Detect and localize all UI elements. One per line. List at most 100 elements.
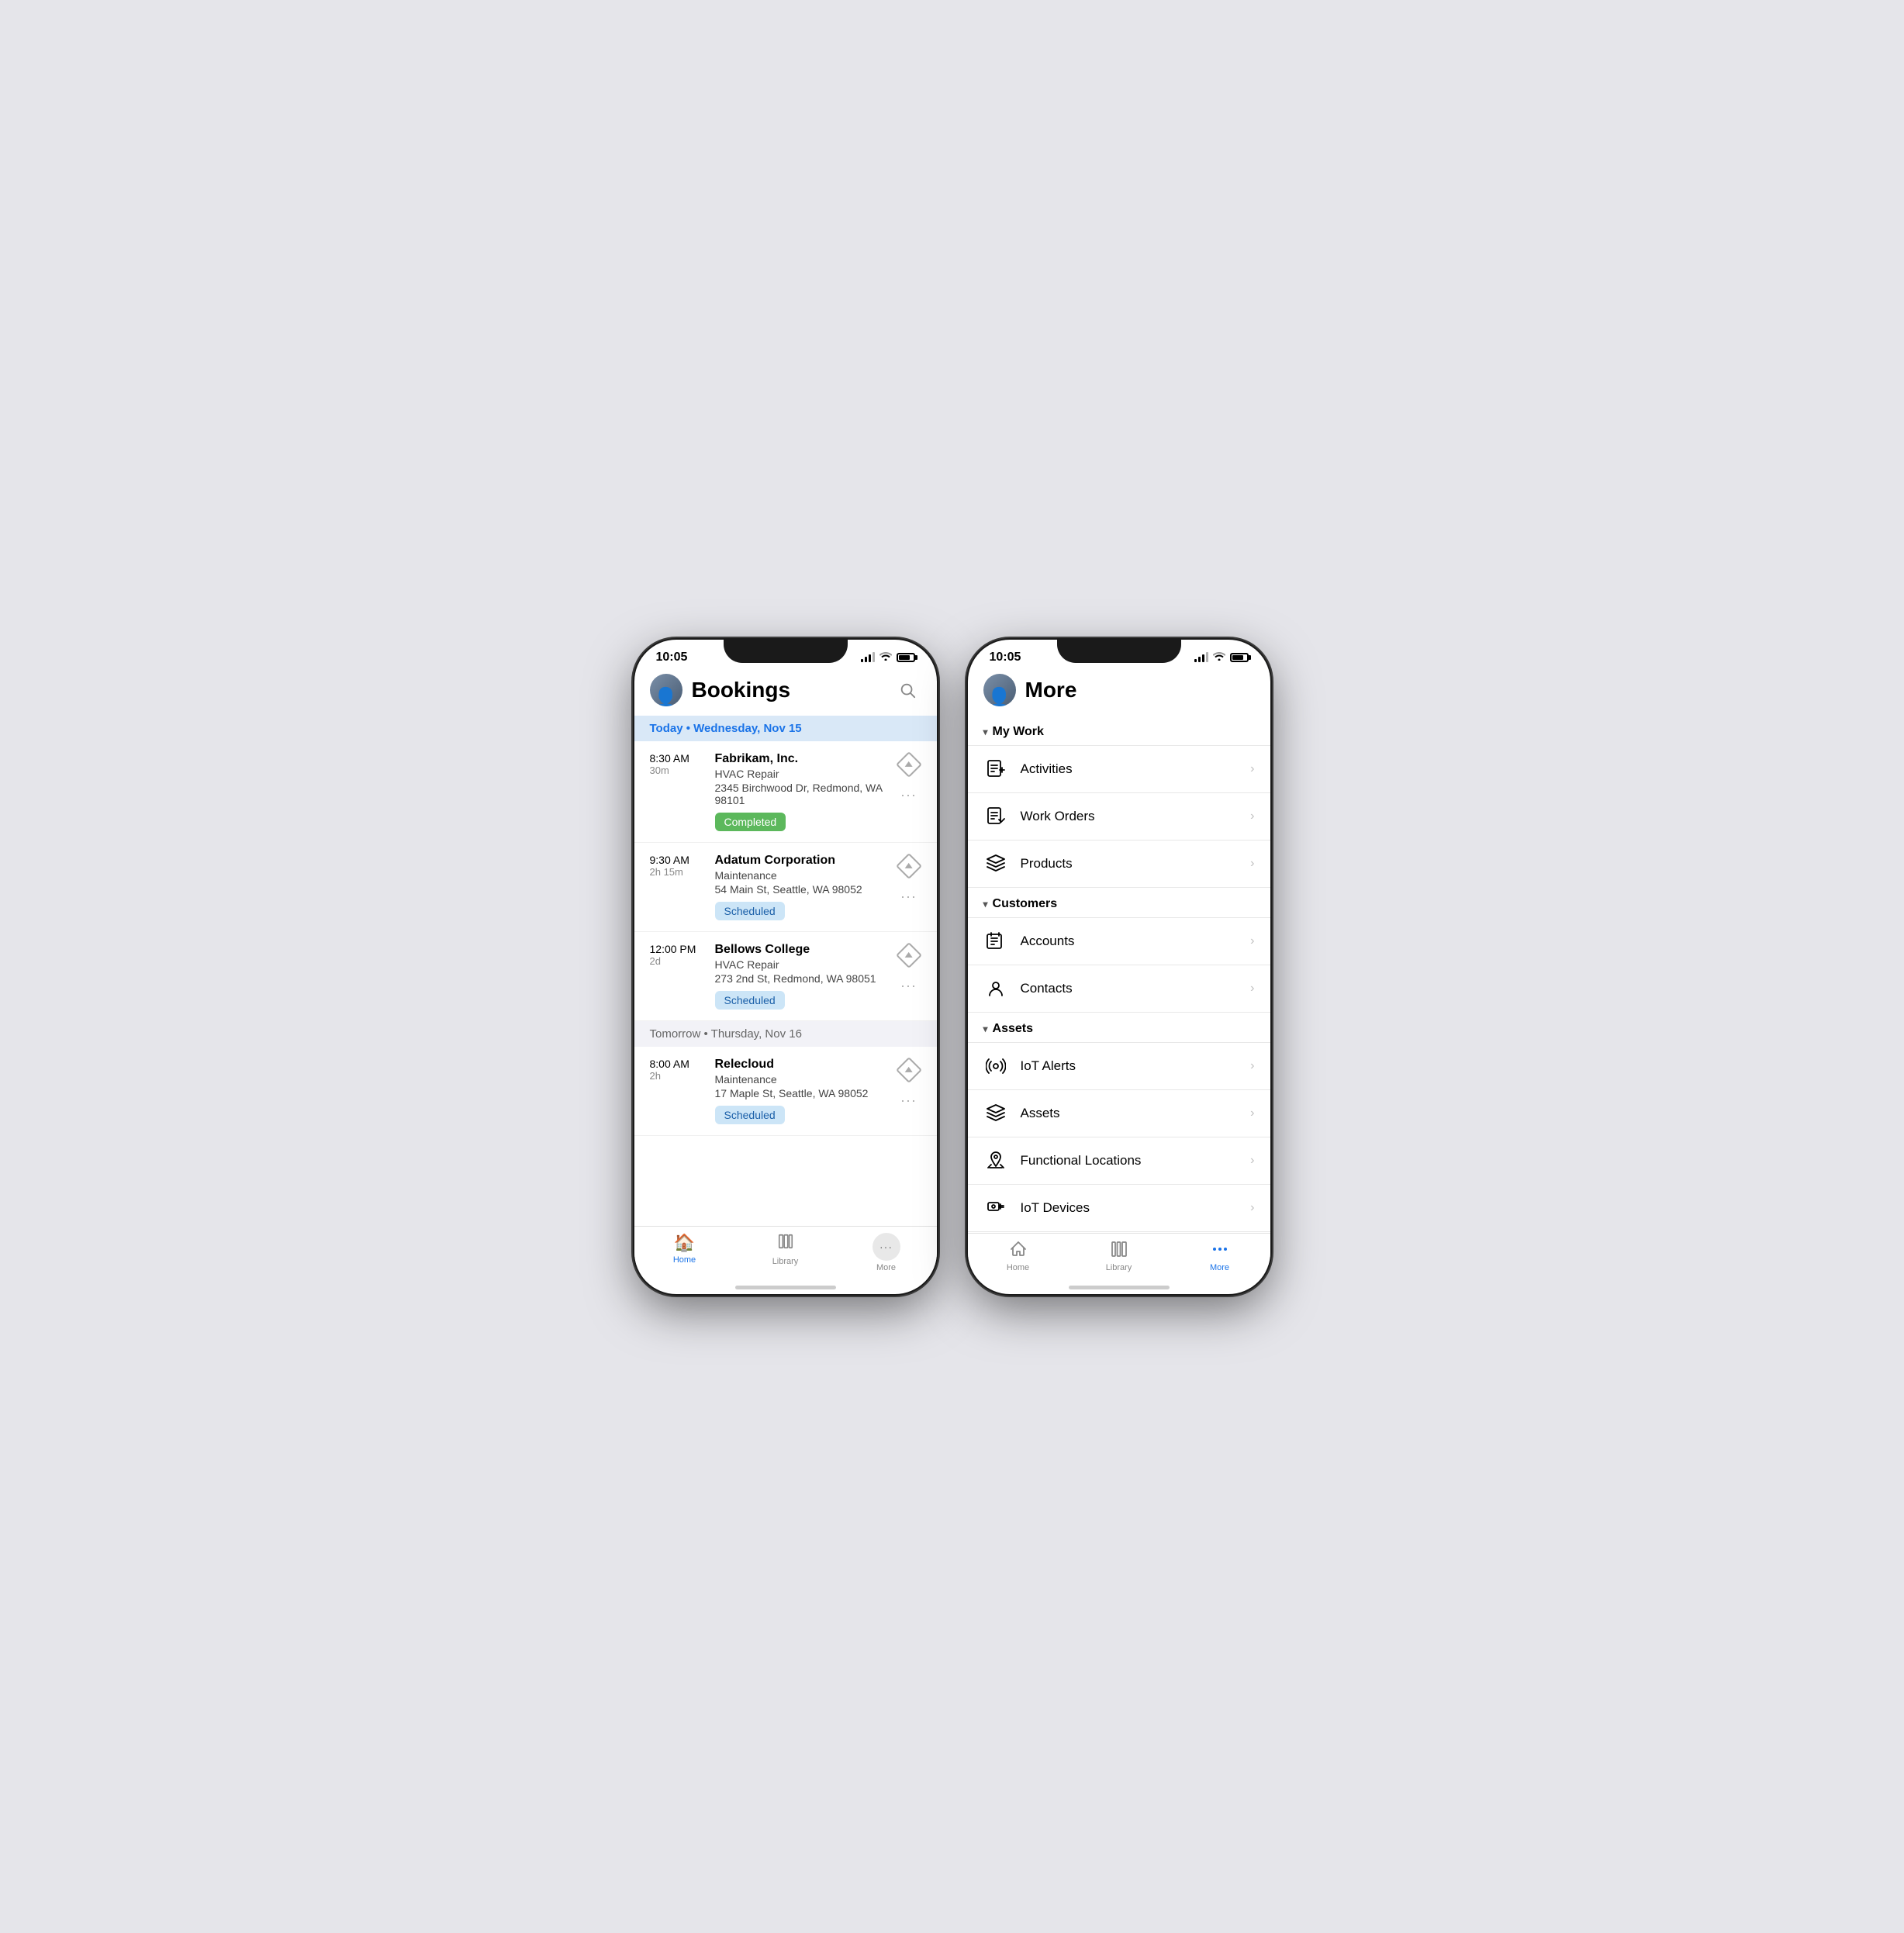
- more-options-button[interactable]: ···: [897, 974, 921, 999]
- menu-item-accounts[interactable]: Accounts ›: [968, 917, 1270, 965]
- time-display: 10:05: [656, 651, 688, 664]
- tab-bar: Home Library: [968, 1233, 1270, 1288]
- phone-content: 👤 Bookings Today • Wednesday, Nov 15 8:3…: [634, 668, 937, 1294]
- booking-actions: ···: [897, 1058, 921, 1113]
- accounts-icon: [983, 929, 1008, 954]
- status-icons: [861, 651, 915, 663]
- chevron-right-icon: ›: [1250, 982, 1254, 996]
- section-heading-customers: ▾ Customers: [968, 888, 1270, 917]
- contacts-icon: [983, 976, 1008, 1001]
- status-icons: [1194, 651, 1249, 663]
- menu-item-contacts[interactable]: Contacts ›: [968, 965, 1270, 1013]
- iot-devices-icon: [983, 1196, 1008, 1220]
- chevron-right-icon: ›: [1250, 934, 1254, 948]
- more-dots-icon: [1211, 1240, 1229, 1261]
- home-icon: 🏠: [674, 1233, 695, 1253]
- bookings-list: Today • Wednesday, Nov 15 8:30 AM 30m Fa…: [634, 716, 937, 1226]
- booking-time: 12:00 PM 2d: [650, 943, 706, 967]
- bookings-header: 👤 Bookings: [634, 668, 937, 716]
- section-heading-my-work: ▾ My Work: [968, 716, 1270, 745]
- battery-icon: [1230, 653, 1249, 662]
- booking-details: Adatum Corporation Maintenance 54 Main S…: [715, 854, 887, 920]
- menu-item-work-orders[interactable]: Work Orders ›: [968, 792, 1270, 840]
- section-my-work: ▾ My Work Activities: [968, 716, 1270, 888]
- tab-more[interactable]: More: [1170, 1240, 1270, 1272]
- status-badge: Scheduled: [715, 1106, 785, 1124]
- tab-home[interactable]: Home: [968, 1240, 1069, 1272]
- section-customers: ▾ Customers Accounts ›: [968, 888, 1270, 1013]
- navigate-button[interactable]: [897, 1058, 921, 1082]
- more-options-button[interactable]: ···: [897, 783, 921, 808]
- home-icon: [1009, 1240, 1028, 1261]
- booking-actions: ···: [897, 854, 921, 910]
- activities-icon: [983, 757, 1008, 782]
- status-badge: Scheduled: [715, 991, 785, 1010]
- wifi-icon: [1213, 651, 1225, 663]
- tab-bar: 🏠 Home Library ··· More: [634, 1226, 937, 1288]
- section-heading-assets: ▾ Assets: [968, 1013, 1270, 1042]
- page-title: More: [1025, 678, 1255, 702]
- products-icon: [983, 851, 1008, 876]
- signal-icon: [861, 652, 875, 662]
- navigate-button[interactable]: [897, 943, 921, 968]
- menu-item-assets[interactable]: Assets ›: [968, 1089, 1270, 1137]
- menu-item-functional-locations[interactable]: Functional Locations ›: [968, 1137, 1270, 1184]
- tab-more[interactable]: ··· More: [836, 1233, 937, 1272]
- chevron-right-icon: ›: [1250, 809, 1254, 823]
- booking-item[interactable]: 8:00 AM 2h Relecloud Maintenance 17 Mapl…: [634, 1047, 937, 1136]
- more-options-button[interactable]: ···: [897, 885, 921, 910]
- chevron-down-icon: ▾: [983, 727, 988, 737]
- booking-time: 8:00 AM 2h: [650, 1058, 706, 1082]
- booking-time: 8:30 AM 30m: [650, 752, 706, 776]
- chevron-right-icon: ›: [1250, 1154, 1254, 1168]
- booking-item[interactable]: 12:00 PM 2d Bellows College HVAC Repair …: [634, 932, 937, 1021]
- menu-item-products[interactable]: Products ›: [968, 840, 1270, 888]
- booking-item[interactable]: 9:30 AM 2h 15m Adatum Corporation Mainte…: [634, 843, 937, 932]
- tomorrow-header: Tomorrow • Thursday, Nov 16: [634, 1021, 937, 1047]
- work-orders-icon: [983, 804, 1008, 829]
- phone-bookings: 10:05 👤 Bookings: [634, 640, 937, 1294]
- booking-time: 9:30 AM 2h 15m: [650, 854, 706, 878]
- battery-icon: [897, 653, 915, 662]
- navigate-button[interactable]: [897, 854, 921, 878]
- menu-item-iot-devices[interactable]: IoT Devices ›: [968, 1184, 1270, 1232]
- functional-locations-icon: [983, 1148, 1008, 1173]
- chevron-right-icon: ›: [1250, 1201, 1254, 1215]
- chevron-right-icon: ›: [1250, 857, 1254, 871]
- more-options-button[interactable]: ···: [897, 1089, 921, 1113]
- home-indicator: [968, 1288, 1270, 1294]
- tab-home[interactable]: 🏠 Home: [634, 1233, 735, 1272]
- menu-item-activities[interactable]: Activities ›: [968, 745, 1270, 792]
- more-menu-list: ▾ My Work Activities: [968, 716, 1270, 1233]
- phone-more: 10:05 👤 More: [968, 640, 1270, 1294]
- notch: [1057, 640, 1181, 663]
- booking-details: Relecloud Maintenance 17 Maple St, Seatt…: [715, 1058, 887, 1124]
- booking-details: Fabrikam, Inc. HVAC Repair 2345 Birchwoo…: [715, 752, 887, 831]
- assets-icon: [983, 1101, 1008, 1126]
- search-button[interactable]: [893, 676, 921, 704]
- signal-icon: [1194, 652, 1208, 662]
- tab-library[interactable]: Library: [735, 1233, 836, 1272]
- booking-item[interactable]: 8:30 AM 30m Fabrikam, Inc. HVAC Repair 2…: [634, 741, 937, 843]
- status-badge: Scheduled: [715, 902, 785, 920]
- navigate-button[interactable]: [897, 752, 921, 777]
- avatar: 👤: [983, 674, 1016, 706]
- phone-content: 👤 More ▾ My Work: [968, 668, 1270, 1294]
- status-badge: Completed: [715, 813, 786, 831]
- booking-actions: ···: [897, 752, 921, 808]
- chevron-right-icon: ›: [1250, 1059, 1254, 1073]
- menu-item-iot-alerts[interactable]: IoT Alerts ›: [968, 1042, 1270, 1089]
- booking-actions: ···: [897, 943, 921, 999]
- chevron-right-icon: ›: [1250, 1106, 1254, 1120]
- iot-alerts-icon: [983, 1054, 1008, 1079]
- more-header: 👤 More: [968, 668, 1270, 716]
- booking-details: Bellows College HVAC Repair 273 2nd St, …: [715, 943, 887, 1010]
- library-icon: [1110, 1240, 1128, 1261]
- section-assets: ▾ Assets IoT Alerts ›: [968, 1013, 1270, 1232]
- page-title: Bookings: [692, 678, 893, 702]
- more-circle: ···: [873, 1233, 900, 1261]
- home-indicator: [634, 1288, 937, 1294]
- tab-library[interactable]: Library: [1069, 1240, 1170, 1272]
- library-icon: [777, 1233, 794, 1255]
- chevron-down-icon: ▾: [983, 1023, 988, 1034]
